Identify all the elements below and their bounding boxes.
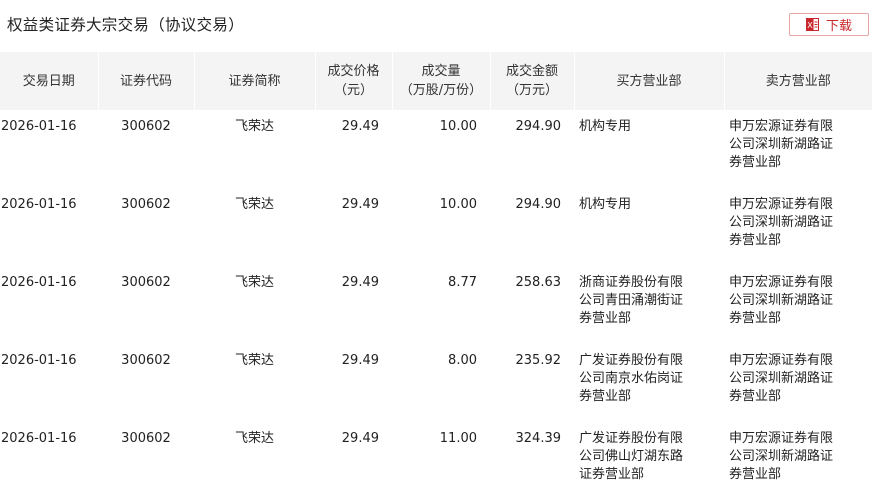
- column-header-amount[interactable]: 成交金额 （万元）: [490, 52, 575, 110]
- security-code-cell: 300602: [121, 197, 171, 212]
- security-name-cell: 飞荣达: [234, 197, 274, 212]
- amount-cell: 324.39: [515, 431, 562, 446]
- price-cell: 29.49: [341, 431, 379, 446]
- price-cell: 29.49: [341, 275, 379, 290]
- price-cell: 29.49: [341, 119, 379, 134]
- seller-branch-text: 申万宏源证券有限公司深圳新湖路证券营业部: [729, 431, 834, 482]
- trade-date-cell: 2026-01-16: [1, 119, 77, 134]
- security-code-cell: 300602: [121, 119, 171, 134]
- trade-date-cell: 2026-01-16: [1, 353, 77, 368]
- seller-branch-text: 申万宏源证券有限公司深圳新湖路证券营业部: [729, 353, 834, 404]
- svg-text:X: X: [807, 21, 813, 30]
- volume-cell: 10.00: [439, 119, 477, 134]
- buyer-branch-text: 广发证券股份有限公司佛山灯湖东路证券营业部: [579, 431, 684, 482]
- table-row: 2026-01-16 300602 飞荣达 29.49 8.00 235.92 广发证券股份…: [0, 344, 872, 422]
- table-header-row: 交易日期 证券代码 证券简称 成交价格 （元） 成交量 （万股/万份） 成交金额 （万…: [0, 52, 872, 110]
- security-name-cell: 飞荣达: [234, 431, 274, 446]
- seller-branch-cell: 申万宏源证券有限公司深圳新湖路证券营业部: [724, 110, 872, 188]
- table-row: 2026-01-16 300602 飞荣达 29.49 11.00 324.39 广发证券股…: [0, 422, 872, 500]
- buyer-branch-cell: 浙商证券股份有限公司青田涌潮街证券营业部: [574, 266, 724, 344]
- buyer-branch-text: 机构专用: [579, 119, 632, 134]
- table-row: 2026-01-16 300602 飞荣达 29.49 10.00 294.90 机构专用 申…: [0, 110, 872, 188]
- buyer-branch-text: 浙商证券股份有限公司青田涌潮街证券营业部: [579, 275, 684, 326]
- buyer-branch-text: 机构专用: [579, 197, 632, 212]
- seller-branch-cell: 申万宏源证券有限公司深圳新湖路证券营业部: [724, 188, 872, 266]
- buyer-branch-cell: 机构专用: [574, 188, 724, 266]
- amount-cell: 258.63: [515, 275, 562, 290]
- security-code-cell: 300602: [121, 353, 171, 368]
- security-code-cell: 300602: [121, 431, 171, 446]
- volume-cell: 8.00: [448, 353, 477, 368]
- buyer-branch-cell: 机构专用: [574, 110, 724, 188]
- seller-branch-text: 申万宏源证券有限公司深圳新湖路证券营业部: [729, 275, 834, 326]
- seller-branch-cell: 申万宏源证券有限公司深圳新湖路证券营业部: [724, 266, 872, 344]
- table-row: 2026-01-16 300602 飞荣达 29.49 8.77 258.63 浙商证券股份…: [0, 266, 872, 344]
- buyer-branch-cell: 广发证券股份有限公司南京水佑岗证券营业部: [574, 344, 724, 422]
- amount-cell: 294.90: [515, 119, 562, 134]
- title-bar: 权益类证券大宗交易（协议交易） X 下载: [0, 0, 872, 48]
- excel-file-icon: X: [805, 18, 819, 31]
- column-header-name[interactable]: 证券简称: [194, 52, 316, 110]
- buyer-branch-text: 广发证券股份有限公司南京水佑岗证券营业部: [579, 353, 684, 404]
- download-label: 下载: [825, 19, 852, 34]
- volume-cell: 11.00: [439, 431, 477, 446]
- column-header-buyer[interactable]: 买方营业部: [574, 52, 725, 110]
- amount-cell: 235.92: [515, 353, 562, 368]
- security-code-cell: 300602: [121, 275, 171, 290]
- trade-date-cell: 2026-01-16: [1, 275, 77, 290]
- column-header-volume[interactable]: 成交量 （万股/万份）: [392, 52, 491, 110]
- security-name-cell: 飞荣达: [234, 353, 274, 368]
- trade-date-cell: 2026-01-16: [1, 431, 77, 446]
- table-row: 2026-01-16 300602 飞荣达 29.49 10.00 294.90 机构专用 申…: [0, 188, 872, 266]
- price-cell: 29.49: [341, 353, 379, 368]
- seller-branch-text: 申万宏源证券有限公司深圳新湖路证券营业部: [729, 197, 834, 248]
- column-header-date[interactable]: 交易日期: [0, 52, 99, 110]
- price-cell: 29.49: [341, 197, 379, 212]
- volume-cell: 8.77: [448, 275, 477, 290]
- block-trade-table: 交易日期 证券代码 证券简称 成交价格 （元） 成交量 （万股/万份） 成交金额 （万…: [0, 52, 872, 500]
- seller-branch-cell: 申万宏源证券有限公司深圳新湖路证券营业部: [724, 344, 872, 422]
- column-header-code[interactable]: 证券代码: [98, 52, 195, 110]
- column-header-seller[interactable]: 卖方营业部: [724, 52, 872, 110]
- security-name-cell: 飞荣达: [234, 275, 274, 290]
- seller-branch-text: 申万宏源证券有限公司深圳新湖路证券营业部: [729, 119, 834, 170]
- volume-cell: 10.00: [439, 197, 477, 212]
- seller-branch-cell: 申万宏源证券有限公司深圳新湖路证券营业部: [724, 422, 872, 500]
- page-title: 权益类证券大宗交易（协议交易）: [7, 16, 245, 34]
- trade-date-cell: 2026-01-16: [1, 197, 77, 212]
- column-header-price[interactable]: 成交价格 （元）: [315, 52, 393, 110]
- download-button[interactable]: X 下载: [789, 13, 869, 36]
- security-name-cell: 飞荣达: [234, 119, 274, 134]
- buyer-branch-cell: 广发证券股份有限公司佛山灯湖东路证券营业部: [574, 422, 724, 500]
- amount-cell: 294.90: [515, 197, 562, 212]
